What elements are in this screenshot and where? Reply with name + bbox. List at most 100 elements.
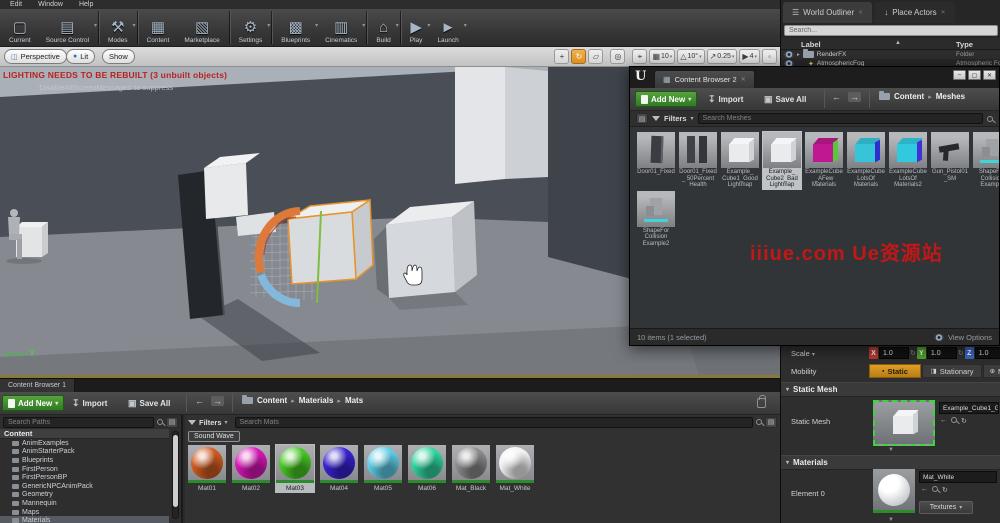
- toolbar-button-build[interactable]: ⌂Build▾: [369, 9, 398, 46]
- folder-tree-item-animexamples[interactable]: AnimExamples: [0, 439, 169, 448]
- world-local-toggle[interactable]: ◎: [610, 49, 625, 64]
- toolbar-button-play[interactable]: ▶Play▾: [403, 9, 431, 46]
- asset-tile-shapefor-collision-example2[interactable]: ShapeFor Collision Example2: [636, 190, 676, 249]
- folder-tree-item-geometry[interactable]: Geometry: [0, 491, 169, 500]
- tab-content-browser-2[interactable]: ▦ Content Browser 2 ✕: [654, 70, 755, 88]
- breadcrumb-content[interactable]: Content: [257, 396, 287, 405]
- material-tile-mat05[interactable]: Mat05: [363, 444, 403, 493]
- folder-tree-item-maps[interactable]: Maps: [0, 508, 169, 517]
- material-tile-mat-black[interactable]: Mat_Black: [451, 444, 491, 493]
- filter-chip-sound-wave[interactable]: Sound Wave: [188, 431, 240, 442]
- outliner-search-input[interactable]: [784, 25, 998, 36]
- close-icon[interactable]: ✕: [941, 9, 946, 16]
- view-style-icon[interactable]: ▤: [636, 113, 648, 124]
- tab-content-browser-1[interactable]: Content Browser 1: [0, 379, 75, 392]
- close-icon[interactable]: ✕: [858, 9, 863, 16]
- use-selected-icon[interactable]: ←: [921, 486, 928, 494]
- breadcrumb-content[interactable]: Content: [894, 92, 924, 101]
- asset-tile-examplecube-lotsof-materials2[interactable]: ExampleCube LotsOf Materials2: [888, 131, 928, 190]
- toolbar-button-modes[interactable]: ⚒Modes▾: [101, 9, 136, 46]
- material-tile-mat-white[interactable]: Mat_White: [495, 444, 535, 493]
- folder-tree-item-animstarterpack[interactable]: AnimStarterPack: [0, 448, 169, 457]
- browse-icon[interactable]: [932, 486, 938, 492]
- search-meshes-input[interactable]: [698, 113, 983, 124]
- use-selected-icon[interactable]: ←: [940, 417, 947, 425]
- textures-dropdown-button[interactable]: Textures▾: [919, 501, 973, 514]
- eye-icon[interactable]: [784, 51, 794, 58]
- sort-asc-icon[interactable]: ▲: [895, 40, 901, 46]
- asset-tile-shapefor-collision-example[interactable]: ShapeFor Collision Example: [972, 131, 999, 190]
- toolbar-button-launch[interactable]: ►Launch▾: [430, 9, 466, 46]
- folder-tree-item-mannequin[interactable]: Mannequin: [0, 499, 169, 508]
- folder-tree-item-blueprints[interactable]: Blueprints: [0, 456, 169, 465]
- back-button[interactable]: ←: [195, 396, 204, 406]
- asset-tile-examplecube-lotsof-materials[interactable]: ExampleCube LotsOf Materials: [846, 131, 886, 190]
- expand-section-arrow[interactable]: ▼: [781, 447, 1000, 453]
- folder-tree-root[interactable]: Content: [0, 429, 169, 439]
- forward-button[interactable]: →: [848, 92, 861, 102]
- tab-place-actors[interactable]: ↓ Place Actors ✕: [875, 2, 955, 23]
- toolbar-button-current[interactable]: ▢Current: [2, 9, 39, 46]
- menu-item-help[interactable]: Help: [79, 1, 93, 8]
- tree-scrollbar[interactable]: [172, 431, 179, 519]
- add-new-button[interactable]: Add New▾: [2, 395, 64, 411]
- toolbar-button-marketplace[interactable]: ▧Marketplace: [177, 9, 227, 46]
- material-tile-mat04[interactable]: Mat04: [319, 444, 359, 493]
- grid-snap-button[interactable]: ▦10▾: [649, 49, 675, 64]
- reset-icon[interactable]: ↻: [961, 417, 967, 425]
- view-toggle-icon[interactable]: ▤: [765, 417, 777, 428]
- type-column-header[interactable]: Type: [956, 40, 973, 49]
- forward-button[interactable]: →: [211, 396, 224, 406]
- asset-tile-example-cube2-bad-lightmap[interactable]: Example_ Cube2_Bad Lightmap: [762, 131, 802, 190]
- material-tile-mat01[interactable]: Mat01: [187, 444, 227, 493]
- static-mesh-value-field[interactable]: Example_Cube1_GoodLightmap: [939, 402, 999, 414]
- filters-label[interactable]: Filters: [664, 114, 687, 123]
- browse-icon[interactable]: [951, 417, 957, 423]
- maximize-button[interactable]: ▢: [968, 70, 981, 80]
- asset-tile-door01-fixed-50percent-health[interactable]: Door01_Fixed_ 50Percent Health: [678, 131, 718, 190]
- reset-icon[interactable]: ↻: [910, 349, 916, 357]
- surface-snap-button[interactable]: ⌖: [632, 49, 647, 64]
- folder-tree-item-firstperson[interactable]: FirstPerson: [0, 465, 169, 474]
- view-options-button[interactable]: View Options: [934, 333, 992, 342]
- toolbar-button-cinematics[interactable]: ▥Cinematics▾: [318, 9, 365, 46]
- close-button[interactable]: ✕: [983, 70, 996, 80]
- filters-label[interactable]: Filters: [199, 418, 222, 427]
- minimize-button[interactable]: –: [953, 70, 966, 80]
- material-tile-mat02[interactable]: Mat02: [231, 444, 271, 493]
- material-tile-mat03[interactable]: Mat03: [275, 444, 315, 493]
- scale-tool-button[interactable]: ▱: [588, 49, 603, 64]
- toolbar-button-source-control[interactable]: ▤Source Control▾: [39, 9, 97, 46]
- mobility-stationary-button[interactable]: ◨Stationary: [922, 364, 982, 378]
- search-mats-input[interactable]: [235, 417, 753, 428]
- breadcrumb-materials[interactable]: Materials: [299, 396, 334, 405]
- rotate-tool-button[interactable]: ↻: [571, 49, 586, 64]
- folder-tree-item-materials[interactable]: Materials: [0, 516, 169, 523]
- label-column-header[interactable]: Label: [801, 40, 821, 49]
- asset-tile-door01-fixed[interactable]: Door01_Fixed: [636, 131, 676, 190]
- angle-snap-button[interactable]: △10°▾: [677, 49, 704, 64]
- selected-cube[interactable]: [288, 200, 373, 284]
- asset-tile-examplecube-afew-materials[interactable]: ExampleCube _AFew Materials: [804, 131, 844, 190]
- mobility-static-button[interactable]: ▪Static: [869, 364, 921, 378]
- material-tile-mat06[interactable]: Mat06: [407, 444, 447, 493]
- scale-x-field[interactable]: 1.0: [879, 347, 909, 359]
- perspective-button[interactable]: ◫ Perspective: [4, 49, 67, 64]
- outliner-row-renderfx[interactable]: ▸RenderFXFolder: [781, 50, 1000, 59]
- material-element-thumbnail[interactable]: [873, 469, 915, 513]
- show-button[interactable]: Show: [102, 49, 135, 64]
- save-all-button[interactable]: ▣Save All: [128, 395, 170, 411]
- expand-arrow-icon[interactable]: ▸: [797, 52, 800, 58]
- toolbar-button-settings[interactable]: ⚙Settings▾: [232, 9, 271, 46]
- scale-z-field[interactable]: 1.0: [975, 347, 1000, 359]
- section-static-mesh[interactable]: ▾Static Mesh: [781, 382, 1000, 397]
- asset-tile-gun-pistol01-sm[interactable]: Gun_Pistol01 _SM: [930, 131, 970, 190]
- asset-tile-example-cube1-good-lightmap[interactable]: Example_ Cube1_Good Lightmap: [720, 131, 760, 190]
- save-all-button[interactable]: ▣Save All: [764, 91, 806, 107]
- material-value-field[interactable]: Mat_White: [919, 471, 997, 483]
- scale-y-field[interactable]: 1.0: [927, 347, 957, 359]
- expand-section-arrow[interactable]: ▼: [781, 517, 1000, 523]
- add-new-button[interactable]: Add New▾: [635, 91, 697, 107]
- sources-view-toggle-icon[interactable]: ▤: [166, 417, 178, 428]
- camera-speed-button[interactable]: ▶4▾: [739, 49, 760, 64]
